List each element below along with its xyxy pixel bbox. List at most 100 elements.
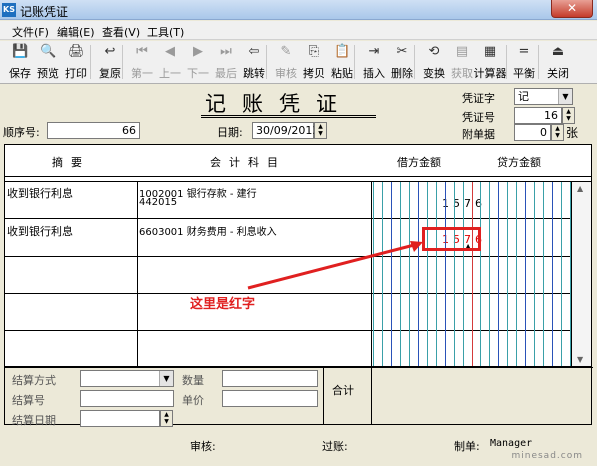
toolbar: 💾 保存 🔍 预览 🖨 打印 ↩ 复原 ⏮ 第一 ◀ 上一 ▶ 下一 ⏭ 最后 ⇦ 跳转 ✎ 审核 ⎘ 拷贝 📋 粘贴 ⇥ 插入 ✂… xyxy=(0,41,597,84)
column-header-credit: 贷方金额 xyxy=(497,156,541,169)
column-header-summary: 摘要 xyxy=(52,156,90,169)
voucher-entry-grid: 摘要 会计科目 借方金额 贷方金额 收到银行利息 1002001 银行存款 - … xyxy=(4,144,592,367)
row-1-summary[interactable]: 收到银行利息 xyxy=(7,185,73,201)
first-icon: ⏮ xyxy=(136,44,148,59)
close-icon: ⏏ xyxy=(551,44,565,59)
title-double-underline xyxy=(201,115,376,118)
amount-digit-line xyxy=(552,182,553,366)
settle-date-spinner[interactable]: ▲ ▼ xyxy=(160,410,173,427)
amount-digit-line xyxy=(400,182,401,366)
row-divider xyxy=(5,330,571,331)
paste-icon: 📋 xyxy=(334,44,351,59)
delete-button[interactable]: ✂ 删除 xyxy=(388,43,416,81)
restore-button[interactable]: ↩ 复原 xyxy=(96,43,124,81)
row-1-account-code: 442015 xyxy=(139,197,178,208)
total-label: 合计 xyxy=(332,384,354,397)
bottom-divider xyxy=(5,367,593,368)
seq-label: 顺序号: xyxy=(3,126,40,139)
settle-date-field[interactable] xyxy=(80,410,160,427)
title-bar: KS 记账凭证 ✕ xyxy=(0,0,597,20)
jump-button[interactable]: ⇦ 跳转 xyxy=(240,43,268,81)
settle-date-label: 结算日期 xyxy=(12,414,56,427)
menu-tools[interactable]: 工具(T) xyxy=(147,24,184,40)
balance-button[interactable]: = 平衡 xyxy=(510,43,538,81)
qty-label: 数量 xyxy=(182,374,204,387)
row-2-summary[interactable]: 收到银行利息 xyxy=(7,223,73,239)
print-icon: 🖨 xyxy=(68,44,85,59)
close-button[interactable]: ⏏ 关闭 xyxy=(544,43,572,81)
save-icon: 💾 xyxy=(12,44,29,59)
delete-icon: ✂ xyxy=(396,44,408,59)
voucher-no-field[interactable]: 16 xyxy=(514,107,562,124)
audit-icon: ✎ xyxy=(280,44,292,59)
paste-button[interactable]: 📋 粘贴 xyxy=(328,43,356,81)
annotation-text: 这里是红字 xyxy=(190,297,256,312)
column-separator xyxy=(371,181,372,366)
row-divider xyxy=(5,218,571,219)
amount-digit-line xyxy=(480,182,481,366)
attach-spinner[interactable]: ▲ ▼ xyxy=(551,124,564,141)
scroll-down-icon[interactable]: ▼ xyxy=(577,355,583,364)
header-divider xyxy=(5,181,591,182)
bottom-separator xyxy=(371,367,372,425)
next-icon: ▶ xyxy=(193,44,203,59)
row-divider xyxy=(5,293,571,294)
amount-digit-line xyxy=(498,182,499,366)
scroll-up-icon[interactable]: ▲ xyxy=(577,184,583,193)
window-close-button[interactable]: ✕ xyxy=(551,0,593,18)
balance-icon: = xyxy=(518,44,530,59)
attach-label: 附单据 xyxy=(462,128,495,141)
header-divider xyxy=(5,176,591,177)
amount-digit-line xyxy=(472,182,473,366)
amount-digit-line xyxy=(409,182,410,366)
print-button[interactable]: 🖨 打印 xyxy=(62,43,90,81)
jump-icon: ⇦ xyxy=(248,44,260,59)
amount-digit-line xyxy=(445,182,446,366)
maker-label: 制单: xyxy=(454,440,480,453)
fetch-icon: ▤ xyxy=(455,44,469,59)
menu-view[interactable]: 查看(V) xyxy=(102,24,140,40)
chevron-down-icon[interactable]: ▼ xyxy=(159,371,173,386)
restore-icon: ↩ xyxy=(104,44,116,59)
column-header-account: 会计科目 xyxy=(210,156,286,169)
column-separator xyxy=(137,181,138,366)
attach-field[interactable]: 0 xyxy=(514,124,551,141)
toolbar-separator xyxy=(90,45,91,79)
attach-unit: 张 xyxy=(566,126,579,140)
menu-edit[interactable]: 编辑(E) xyxy=(57,24,95,40)
red-highlight-box xyxy=(422,227,481,251)
vertical-scrollbar[interactable]: ▲ ▼ xyxy=(572,182,591,366)
settle-method-label: 结算方式 xyxy=(12,374,56,387)
settle-no-field[interactable] xyxy=(80,390,174,407)
toolbar-separator xyxy=(354,45,355,79)
calculator-icon: ▦ xyxy=(483,44,497,59)
post-label: 过账: xyxy=(322,440,348,453)
date-spinner[interactable]: ▲ ▼ xyxy=(314,122,327,139)
seq-field[interactable]: 66 xyxy=(47,122,140,139)
settle-method-select[interactable]: ▼ xyxy=(80,370,174,387)
toolbar-separator xyxy=(538,45,539,79)
chevron-down-icon[interactable]: ▼ xyxy=(558,89,572,104)
amount-digit-line xyxy=(463,182,464,366)
insert-icon: ⇥ xyxy=(368,44,380,59)
price-field[interactable] xyxy=(222,390,318,407)
menu-file[interactable]: 文件(F) xyxy=(12,24,49,40)
voucher-type-select[interactable]: 记 ▼ xyxy=(514,88,573,105)
voucher-window: KS 记账凭证 ✕ 文件(F) 编辑(E) 查看(V) 工具(T) 💾 保存 🔍 预览… xyxy=(0,0,597,466)
toolbar-separator xyxy=(506,45,507,79)
voucher-no-spinner[interactable]: ▲ ▼ xyxy=(562,107,575,124)
footer-bar: 审核: 过账: 制单: Manager xyxy=(0,432,597,466)
row-divider xyxy=(5,256,571,257)
amount-digit-line xyxy=(382,182,383,366)
date-field[interactable]: 30/09/2013 xyxy=(252,122,319,139)
audit-label: 审核: xyxy=(190,440,216,453)
amount-digit-line xyxy=(525,182,526,366)
voucher-no-label: 凭证号 xyxy=(462,111,495,124)
qty-field[interactable] xyxy=(222,370,318,387)
calculator-button[interactable]: ▦ 计算器 xyxy=(474,43,507,81)
last-icon: ⏭ xyxy=(220,44,232,59)
amount-digit-line xyxy=(507,182,508,366)
row-2-account[interactable]: 6603001 财务费用 - 利息收入 xyxy=(139,223,277,238)
amount-digit-line xyxy=(454,182,455,366)
toolbar-separator xyxy=(122,45,123,79)
